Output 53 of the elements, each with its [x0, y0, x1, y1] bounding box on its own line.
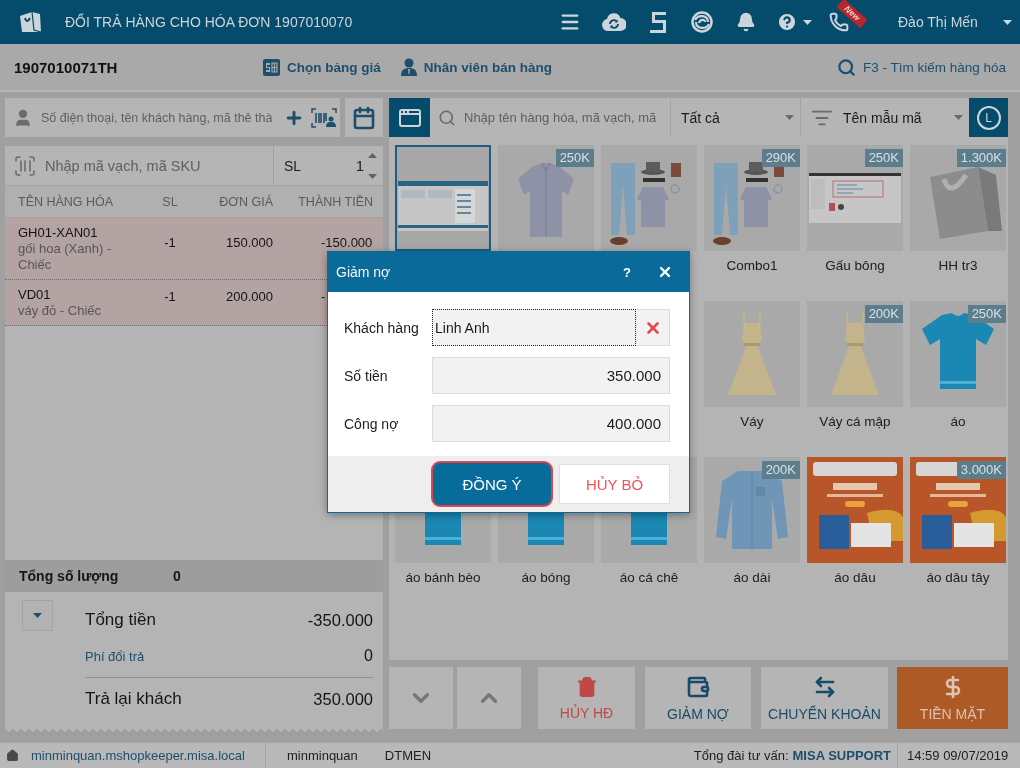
- product-name: áo dâu: [834, 569, 876, 587]
- price-badge: 200K: [761, 461, 800, 479]
- product-name: HH tr3: [938, 257, 978, 275]
- quantity-label: SL: [284, 157, 302, 174]
- product-name: Combo1: [726, 257, 778, 275]
- column-header: SL: [161, 194, 179, 209]
- product-name: Váy cá mập: [819, 413, 891, 431]
- price-badge: 250K: [967, 305, 1006, 323]
- total-value: 350.000: [313, 689, 373, 709]
- price-badge: 1.300K: [956, 149, 1006, 167]
- product-code: GH01-XAN01: [18, 224, 98, 241]
- line-total-cell-text: -: [320, 290, 327, 303]
- price-badge: 250K: [864, 149, 903, 167]
- hotline-label: Tổng đài tư vấn:: [693, 748, 789, 763]
- product-code: VD01: [18, 286, 51, 303]
- product-name: áo cá chê: [619, 569, 679, 587]
- total-quantity-value: 0: [173, 568, 181, 584]
- unit-price-cell-text: 150.000: [225, 236, 273, 249]
- price-badge: 290K: [761, 149, 800, 167]
- column-header: ĐƠN GIÁ: [218, 194, 273, 209]
- column-header: THÀNH TIỀN: [297, 194, 373, 209]
- unit-price-cell-text: 200.000: [225, 290, 273, 303]
- field-label: Số tiền: [344, 367, 389, 384]
- total-label: Tổng tiền: [85, 610, 156, 631]
- column-header: TÊN HÀNG HÓA: [18, 194, 115, 209]
- price-badge: 200K: [864, 305, 903, 323]
- price-badge: 250K: [555, 149, 594, 167]
- line-total-cell-text: -150.000: [320, 236, 373, 249]
- invoice-code: 1907010071TH: [14, 58, 119, 76]
- quantity-cell-text: -1: [163, 290, 177, 303]
- product-name: áo dâu tây: [926, 569, 990, 587]
- product-name: áo dài: [733, 569, 771, 587]
- window-title: ĐỔI TRẢ HÀNG CHO HÓA ĐƠN 1907010070: [65, 14, 353, 30]
- product-name: Gấu bông: [825, 257, 885, 275]
- user-name: minminquan: [287, 748, 358, 763]
- new-ribbon: New: [836, 0, 868, 29]
- field-label: Công nợ: [344, 415, 400, 432]
- product-name: Váy: [740, 413, 764, 431]
- total-value: -350.000: [307, 610, 373, 630]
- product-description: gối hoa (Xanh) - Chiếc: [18, 241, 113, 273]
- product-description: váy đỏ - Chiếc: [18, 303, 102, 319]
- date-time: 14:59 09/07/2019: [907, 748, 1009, 763]
- price-badge: 3.000K: [956, 461, 1006, 479]
- product-name: áo: [950, 413, 966, 431]
- field-label: Khách hàng: [344, 319, 420, 336]
- dialog-title: Giảm nợ: [336, 264, 391, 280]
- product-name: áo bánh bèo: [405, 569, 481, 587]
- staff-code: DTMEN: [384, 748, 432, 763]
- quantity-cell-text: -1: [163, 236, 177, 249]
- product-name: áo bóng: [521, 569, 571, 587]
- total-label: Trả lại khách: [85, 689, 182, 710]
- total-quantity-label: Tổng số lượng: [19, 568, 120, 584]
- total-value: 0: [364, 647, 373, 665]
